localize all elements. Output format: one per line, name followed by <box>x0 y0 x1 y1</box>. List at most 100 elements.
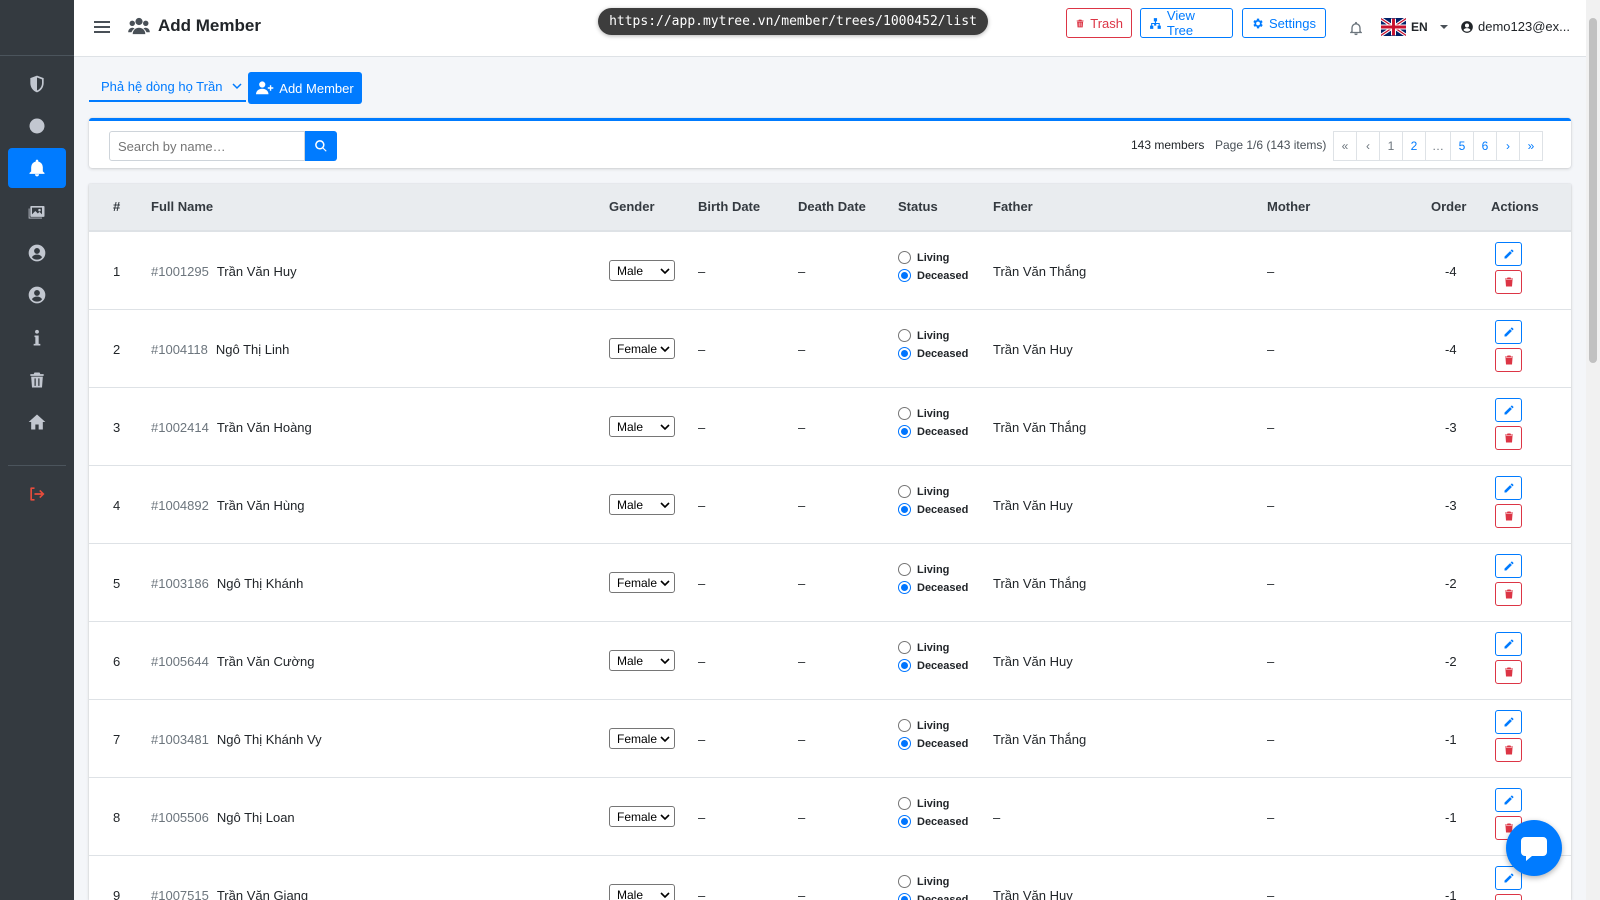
edit-button[interactable] <box>1495 476 1522 500</box>
status-living-radio[interactable]: Living <box>898 329 949 342</box>
status-living-radio[interactable]: Living <box>898 485 949 498</box>
delete-button[interactable] <box>1495 894 1522 900</box>
view-tree-button[interactable]: View Tree <box>1140 8 1233 38</box>
radio-button[interactable] <box>898 563 911 576</box>
sidebar-item-profile[interactable] <box>8 233 66 273</box>
add-member-button[interactable]: Add Member <box>248 72 362 104</box>
edit-button[interactable] <box>1495 398 1522 422</box>
member-name[interactable]: Trần Văn Huy <box>217 264 297 279</box>
status-deceased-radio[interactable]: Deceased <box>898 581 968 594</box>
gender-select[interactable]: Male <box>609 650 675 671</box>
status-living-radio[interactable]: Living <box>898 407 949 420</box>
member-name[interactable]: Trần Văn Giang <box>217 888 308 900</box>
gender-select[interactable]: Male <box>609 884 675 900</box>
bell-icon[interactable] <box>1348 20 1364 37</box>
status-deceased-radio[interactable]: Deceased <box>898 269 968 282</box>
delete-button[interactable] <box>1495 738 1522 762</box>
search-input[interactable] <box>109 131 305 161</box>
status-living-radio[interactable]: Living <box>898 251 949 264</box>
delete-button[interactable] <box>1495 582 1522 606</box>
gender-select[interactable]: Male <box>609 416 675 437</box>
gender-select[interactable]: Female <box>609 338 675 359</box>
menu-toggle-icon[interactable] <box>94 18 110 38</box>
status-deceased-radio[interactable]: Deceased <box>898 893 968 900</box>
sidebar-item-trash[interactable] <box>8 360 66 400</box>
radio-button[interactable] <box>898 737 911 750</box>
last-page-link[interactable]: » <box>1519 131 1543 161</box>
radio-button[interactable] <box>898 797 911 810</box>
radio-button[interactable] <box>898 641 911 654</box>
edit-button[interactable] <box>1495 320 1522 344</box>
radio-button[interactable] <box>898 581 911 594</box>
status-deceased-radio[interactable]: Deceased <box>898 503 968 516</box>
edit-button[interactable] <box>1495 242 1522 266</box>
gender-select[interactable]: Female <box>609 806 675 827</box>
edit-button[interactable] <box>1495 554 1522 578</box>
first-page-link[interactable]: « <box>1333 131 1357 161</box>
page-scrollbar[interactable] <box>1586 0 1600 900</box>
member-name[interactable]: Ngô Thị Linh <box>216 342 289 357</box>
edit-button[interactable] <box>1495 710 1522 734</box>
sidebar-item-logout[interactable] <box>8 474 66 514</box>
url-bar[interactable]: https://app.mytree.vn/member/trees/10004… <box>598 8 988 35</box>
next-page-link[interactable]: › <box>1496 131 1520 161</box>
delete-button[interactable] <box>1495 426 1522 450</box>
delete-button[interactable] <box>1495 348 1522 372</box>
scrollbar-thumb[interactable] <box>1589 18 1597 363</box>
radio-button[interactable] <box>898 815 911 828</box>
status-living-radio[interactable]: Living <box>898 641 949 654</box>
member-name[interactable]: Trần Văn Hoàng <box>217 420 312 435</box>
radio-button[interactable] <box>898 719 911 732</box>
sidebar-item-account[interactable] <box>8 275 66 315</box>
status-deceased-radio[interactable]: Deceased <box>898 659 968 672</box>
radio-button[interactable] <box>898 893 911 900</box>
sidebar-item-images[interactable] <box>8 191 66 231</box>
status-deceased-radio[interactable]: Deceased <box>898 815 968 828</box>
edit-button[interactable] <box>1495 632 1522 656</box>
edit-button[interactable] <box>1495 788 1522 812</box>
member-name[interactable]: Trần Văn Cường <box>217 654 315 669</box>
radio-button[interactable] <box>898 659 911 672</box>
gender-select[interactable]: Male <box>609 494 675 515</box>
radio-button[interactable] <box>898 425 911 438</box>
radio-button[interactable] <box>898 875 911 888</box>
gender-select[interactable]: Female <box>609 728 675 749</box>
page-link-5[interactable]: 5 <box>1450 131 1474 161</box>
radio-button[interactable] <box>898 329 911 342</box>
status-living-radio[interactable]: Living <box>898 797 949 810</box>
member-name[interactable]: Ngô Thị Khánh <box>217 576 304 591</box>
language-selector[interactable]: EN <box>1381 18 1449 36</box>
trash-button[interactable]: Trash <box>1066 8 1132 38</box>
radio-button[interactable] <box>898 347 911 360</box>
settings-button[interactable]: Settings <box>1242 8 1326 38</box>
status-living-radio[interactable]: Living <box>898 719 949 732</box>
gender-select[interactable]: Female <box>609 572 675 593</box>
member-name[interactable]: Ngô Thị Khánh Vy <box>217 732 322 747</box>
status-living-radio[interactable]: Living <box>898 563 949 576</box>
sidebar-item-info[interactable] <box>8 318 66 358</box>
radio-button[interactable] <box>898 407 911 420</box>
user-menu[interactable]: demo123@ex... <box>1460 19 1570 34</box>
prev-page-link[interactable]: ‹ <box>1356 131 1380 161</box>
member-name[interactable]: Trần Văn Hùng <box>217 498 305 513</box>
sidebar-item-notifications[interactable] <box>8 148 66 188</box>
sidebar-item-home[interactable] <box>8 402 66 442</box>
gender-select[interactable]: Male <box>609 260 675 281</box>
status-living-radio[interactable]: Living <box>898 875 949 888</box>
radio-button[interactable] <box>898 269 911 282</box>
delete-button[interactable] <box>1495 660 1522 684</box>
page-link-1[interactable]: 1 <box>1379 131 1403 161</box>
search-button[interactable] <box>305 131 337 161</box>
radio-button[interactable] <box>898 485 911 498</box>
radio-button[interactable] <box>898 503 911 516</box>
page-link-6[interactable]: 6 <box>1473 131 1497 161</box>
page-link-2[interactable]: 2 <box>1402 131 1426 161</box>
status-deceased-radio[interactable]: Deceased <box>898 347 968 360</box>
delete-button[interactable] <box>1495 504 1522 528</box>
status-deceased-radio[interactable]: Deceased <box>898 425 968 438</box>
sidebar-item-circle[interactable] <box>8 106 66 146</box>
member-name[interactable]: Ngô Thị Loan <box>217 810 295 825</box>
chat-button[interactable] <box>1506 820 1562 876</box>
radio-button[interactable] <box>898 251 911 264</box>
tree-select[interactable]: Phả hệ dòng họ Trần <box>89 72 246 102</box>
